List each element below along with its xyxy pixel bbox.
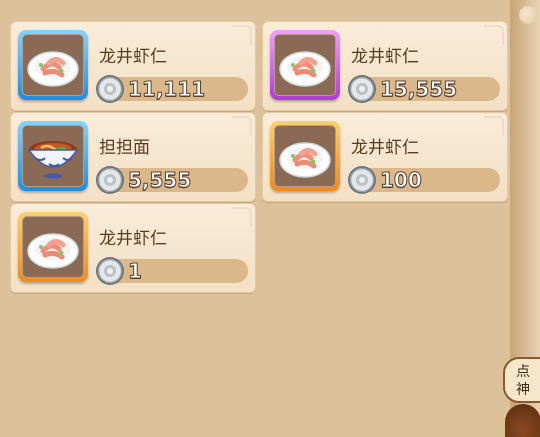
side-hint-bubble[interactable]: 点 神 [503, 357, 540, 403]
silver-coin-icon [95, 256, 125, 286]
shrimp-dish-icon [22, 34, 84, 96]
shop-item-card[interactable]: 担担面 5,555 [10, 112, 256, 202]
item-frame [18, 30, 88, 100]
card-corner-ornament [232, 25, 252, 45]
item-price: 1 [128, 259, 143, 284]
silver-coin-icon [347, 74, 377, 104]
card-corner-ornament [232, 116, 252, 136]
shop-item-card[interactable]: 龙井虾仁 1 [10, 203, 256, 293]
scroll-ornament-icon [519, 6, 537, 24]
mascot-icon[interactable] [505, 404, 540, 437]
hint-line-2: 神 [516, 382, 530, 398]
silver-coin-icon [347, 165, 377, 195]
item-frame [18, 212, 88, 282]
silver-coin-icon [95, 74, 125, 104]
hint-line-1: 点 [516, 364, 530, 380]
shop-item-card[interactable]: 龙井虾仁 11,111 [10, 21, 256, 111]
item-price: 11,111 [127, 77, 206, 102]
item-price: 5,555 [127, 168, 192, 193]
item-name: 担担面 [99, 138, 150, 158]
card-corner-ornament [484, 116, 504, 136]
item-name: 龙井虾仁 [351, 138, 419, 158]
item-frame [270, 30, 340, 100]
shrimp-dish-icon [274, 34, 336, 96]
card-corner-ornament [232, 207, 252, 227]
item-name: 龙井虾仁 [99, 47, 167, 67]
silver-coin-icon [95, 165, 125, 195]
shrimp-dish-icon [274, 125, 336, 187]
card-corner-ornament [484, 25, 504, 45]
shop-item-card[interactable]: 龙井虾仁 15,555 [262, 21, 508, 111]
item-price: 100 [380, 168, 423, 193]
item-name: 龙井虾仁 [99, 229, 167, 249]
item-name: 龙井虾仁 [351, 47, 419, 67]
item-price: 15,555 [379, 77, 458, 102]
item-frame [270, 121, 340, 191]
noodle-bowl-icon [22, 125, 84, 187]
shop-panel: 龙井虾仁 11,111 龙井虾仁 15,555 担担面 5,555 龙井虾仁 1… [0, 0, 512, 437]
shrimp-dish-icon [22, 216, 84, 278]
shop-item-card[interactable]: 龙井虾仁 100 [262, 112, 508, 202]
item-frame [18, 121, 88, 191]
